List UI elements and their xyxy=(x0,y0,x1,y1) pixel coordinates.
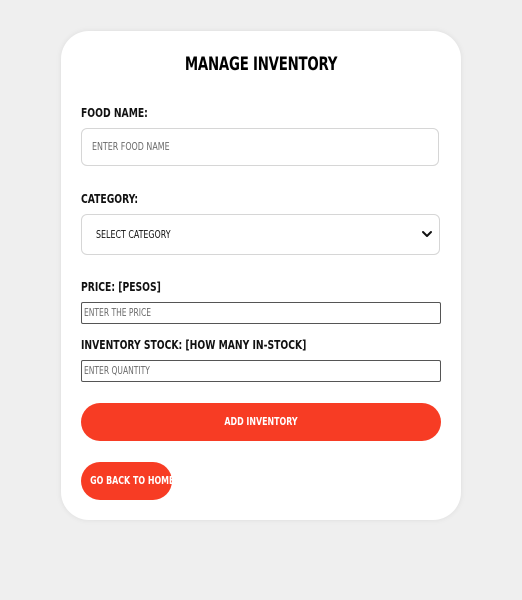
add-inventory-label: ADD INVENTORY xyxy=(224,415,298,428)
food-name-label: FOOD NAME: xyxy=(81,105,148,120)
category-select[interactable]: SELECT CATEGORY xyxy=(81,214,440,255)
price-label: PRICE: [PESOS] xyxy=(81,279,161,294)
stock-input[interactable]: ENTER QUANTITY xyxy=(81,360,441,382)
go-back-home-label: GO BACK TO HOME xyxy=(90,474,175,487)
inventory-card: MANAGE INVENTORY FOOD NAME: ENTER FOOD N… xyxy=(61,31,461,520)
category-selected-value: SELECT CATEGORY xyxy=(96,228,171,241)
stock-placeholder: ENTER QUANTITY xyxy=(84,365,150,377)
go-back-home-button[interactable]: GO BACK TO HOME xyxy=(81,462,175,500)
food-name-input[interactable]: ENTER FOOD NAME xyxy=(81,128,439,166)
stock-label: INVENTORY STOCK: [HOW MANY IN-STOCK] xyxy=(81,337,307,352)
add-inventory-button[interactable]: ADD INVENTORY xyxy=(81,403,441,441)
category-label: CATEGORY: xyxy=(81,191,139,206)
chevron-down-icon xyxy=(422,231,432,237)
price-placeholder: ENTER THE PRICE xyxy=(84,307,152,319)
food-name-placeholder: ENTER FOOD NAME xyxy=(92,140,170,153)
page-title: MANAGE INVENTORY xyxy=(184,53,338,75)
price-input[interactable]: ENTER THE PRICE xyxy=(81,302,441,324)
